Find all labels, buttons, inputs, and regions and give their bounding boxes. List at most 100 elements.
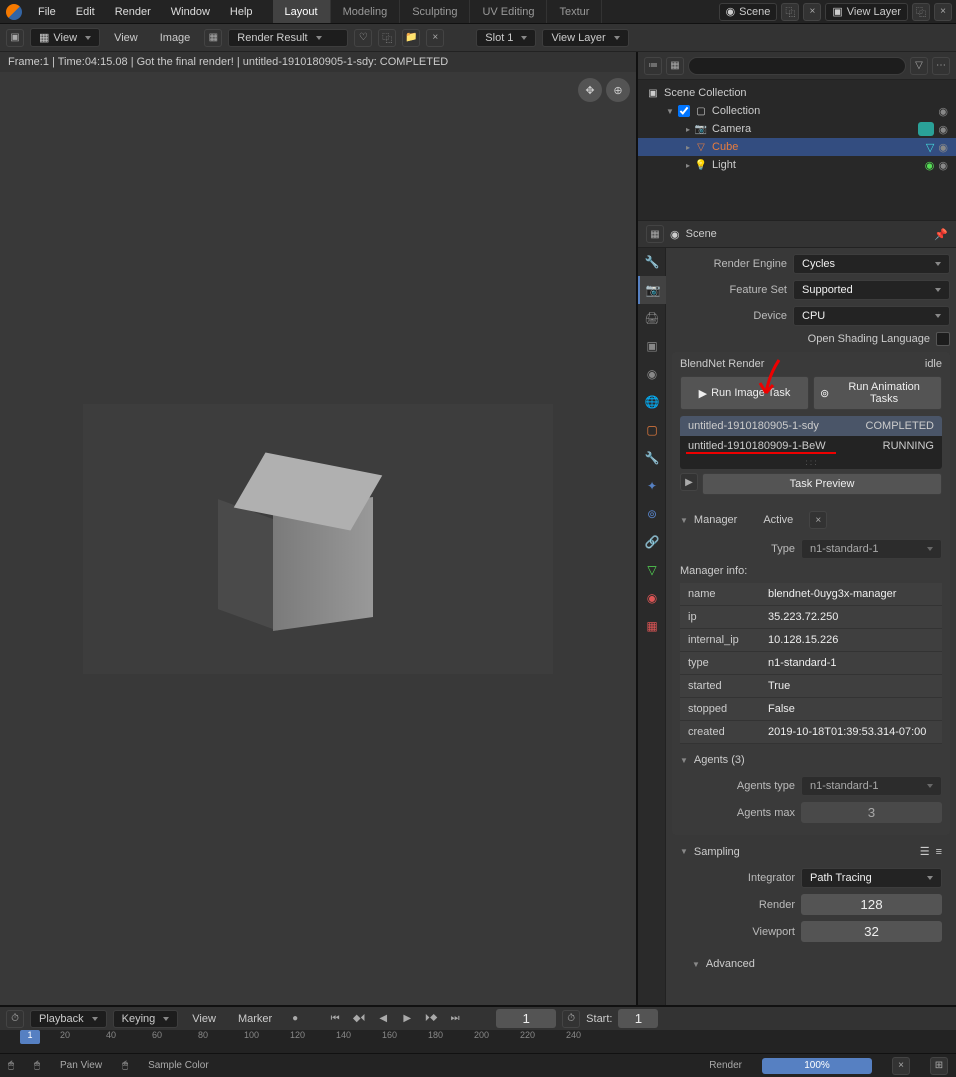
timeline-marker-menu[interactable]: Marker	[230, 1010, 280, 1028]
fake-user-icon[interactable]: ♡	[354, 29, 372, 47]
run-animation-button[interactable]: ⊚ Run Animation Tasks	[813, 376, 942, 410]
tab-mesh[interactable]: ▽	[638, 556, 666, 584]
feature-set-select[interactable]: Supported	[793, 280, 950, 300]
new-image-icon[interactable]: ⿻	[378, 29, 396, 47]
tab-output[interactable]: 🖨	[638, 304, 666, 332]
outliner-more-icon[interactable]: ⋯	[932, 57, 950, 75]
playhead[interactable]: 1	[20, 1030, 40, 1044]
start-frame-input[interactable]	[618, 1009, 658, 1028]
render-result-dropdown[interactable]: Render Result	[228, 29, 348, 47]
menu-render[interactable]: Render	[105, 2, 161, 22]
menu-edit[interactable]: Edit	[66, 2, 105, 22]
timeline-editor-icon[interactable]: ⏱	[6, 1010, 24, 1028]
menu-file[interactable]: File	[28, 2, 66, 22]
run-image-task-button[interactable]: ▶ Run Image Task	[680, 376, 809, 410]
tab-tool[interactable]: 🔧	[638, 248, 666, 276]
tab-scene[interactable]: ◉	[638, 360, 666, 388]
tab-texture[interactable]: ▦	[638, 612, 666, 640]
autokey-icon[interactable]: ●	[286, 1010, 304, 1028]
scene-selector[interactable]: ◉ Scene	[719, 3, 778, 21]
task-list[interactable]: untitled-1910180905-1-sdy COMPLETED unti…	[680, 416, 942, 469]
collection-label[interactable]: Collection	[712, 105, 934, 117]
jump-end-icon[interactable]: ⏭	[446, 1010, 464, 1028]
timeline-view-menu[interactable]: View	[184, 1010, 224, 1028]
current-frame-input[interactable]	[496, 1009, 556, 1028]
sampling-panel-header[interactable]: Sampling ☰ ≡	[672, 841, 950, 862]
collection-checkbox[interactable]	[678, 105, 690, 117]
workspace-texturing[interactable]: Textur	[547, 0, 602, 23]
image-browse-icon[interactable]: ▦	[204, 29, 222, 47]
agents-max-input[interactable]	[801, 802, 942, 823]
outliner-editor-icon[interactable]: ≔	[644, 57, 662, 75]
timeclock-icon[interactable]: ⏱	[562, 1010, 580, 1028]
tab-modifier[interactable]: 🔧	[638, 444, 666, 472]
outliner-camera[interactable]: Camera	[712, 123, 914, 135]
keying-menu[interactable]: Keying	[113, 1010, 179, 1028]
outliner-tree[interactable]: ▣ Scene Collection ▼ ▢ Collection ◉ ▸ 📷 …	[638, 80, 956, 220]
list-icon[interactable]: ☰	[920, 845, 930, 858]
workspace-modeling[interactable]: Modeling	[331, 0, 401, 23]
osl-checkbox[interactable]	[936, 332, 950, 346]
outliner-filter-icon[interactable]: ▽	[910, 57, 928, 75]
open-image-icon[interactable]: 📁	[402, 29, 420, 47]
task-preview-icon[interactable]: ▶	[680, 473, 698, 491]
outliner-display-mode-icon[interactable]: ▦	[666, 57, 684, 75]
workspace-sculpting[interactable]: Sculpting	[400, 0, 470, 23]
view-mode-dropdown[interactable]: ▦View	[30, 28, 100, 47]
render-view[interactable]: ✥ ⊕	[0, 72, 636, 1005]
workspace-layout[interactable]: Layout	[273, 0, 331, 23]
cancel-render-icon[interactable]: ×	[892, 1057, 910, 1075]
viewlayer-dropdown[interactable]: View Layer	[542, 29, 628, 47]
expand-icon[interactable]: ▸	[686, 125, 690, 134]
tab-particle[interactable]: ✦	[638, 472, 666, 500]
menu-help[interactable]: Help	[220, 2, 263, 22]
viewlayer-selector[interactable]: ▣ View Layer	[825, 3, 908, 21]
view-menu[interactable]: View	[106, 29, 146, 47]
pin-icon[interactable]: 📌	[934, 228, 948, 241]
task-drag-handle-icon[interactable]: : : :	[680, 456, 942, 469]
stats-icon[interactable]: ⊞	[930, 1057, 948, 1075]
tab-viewlayer[interactable]: ▣	[638, 332, 666, 360]
zoom-icon[interactable]: ⊕	[606, 78, 630, 102]
workspace-uvediting[interactable]: UV Editing	[470, 0, 547, 23]
agents-panel-header[interactable]: Agents (3)	[672, 750, 950, 770]
viewport-samples-input[interactable]	[801, 921, 942, 942]
render-samples-input[interactable]	[801, 894, 942, 915]
expand-icon[interactable]: ▸	[686, 143, 690, 152]
outliner-light[interactable]: Light	[712, 159, 921, 171]
outliner-search-input[interactable]	[688, 57, 906, 75]
camera-visibility-icon[interactable]: ◉	[938, 123, 948, 136]
play-icon[interactable]: ▶	[398, 1010, 416, 1028]
scene-new-button[interactable]: ⿻	[781, 3, 799, 21]
timeline-ruler[interactable]: 1 20 40 60 80 100 120 140 160 180 200 22…	[0, 1030, 956, 1053]
expand-icon[interactable]: ▼	[666, 107, 674, 116]
render-engine-select[interactable]: Cycles	[793, 254, 950, 274]
expand-icon[interactable]: ▸	[686, 161, 690, 170]
tab-world[interactable]: 🌐	[638, 388, 666, 416]
outliner-cube[interactable]: Cube	[712, 141, 922, 153]
integrator-select[interactable]: Path Tracing	[801, 868, 942, 888]
tab-physics[interactable]: ⊚	[638, 500, 666, 528]
tab-render[interactable]: 📷	[638, 276, 666, 304]
unlink-image-icon[interactable]: ×	[426, 29, 444, 47]
props-editor-icon[interactable]: ▦	[646, 225, 664, 243]
menu-window[interactable]: Window	[161, 2, 220, 22]
light-visibility-icon[interactable]: ◉	[938, 159, 948, 172]
device-select[interactable]: CPU	[793, 306, 950, 326]
manager-type-select[interactable]: n1-standard-1	[801, 539, 942, 559]
pan-icon[interactable]: ✥	[578, 78, 602, 102]
keyframe-next-icon[interactable]: ⏵◆	[422, 1010, 440, 1028]
tab-constraint[interactable]: 🔗	[638, 528, 666, 556]
task-row[interactable]: untitled-1910180905-1-sdy COMPLETED	[680, 416, 942, 436]
advanced-panel-header[interactable]: Advanced	[672, 954, 950, 974]
playback-menu[interactable]: Playback	[30, 1010, 107, 1028]
tab-object[interactable]: ▢	[638, 416, 666, 444]
preset-icon[interactable]: ≡	[936, 846, 942, 858]
task-preview-button[interactable]: Task Preview	[702, 473, 942, 495]
tab-material[interactable]: ◉	[638, 584, 666, 612]
jump-start-icon[interactable]: ⏮	[326, 1010, 344, 1028]
viewlayer-delete-button[interactable]: ×	[934, 3, 952, 21]
cube-visibility-icon[interactable]: ◉	[938, 141, 948, 154]
scene-delete-button[interactable]: ×	[803, 3, 821, 21]
editor-type-icon[interactable]: ▣	[6, 29, 24, 47]
